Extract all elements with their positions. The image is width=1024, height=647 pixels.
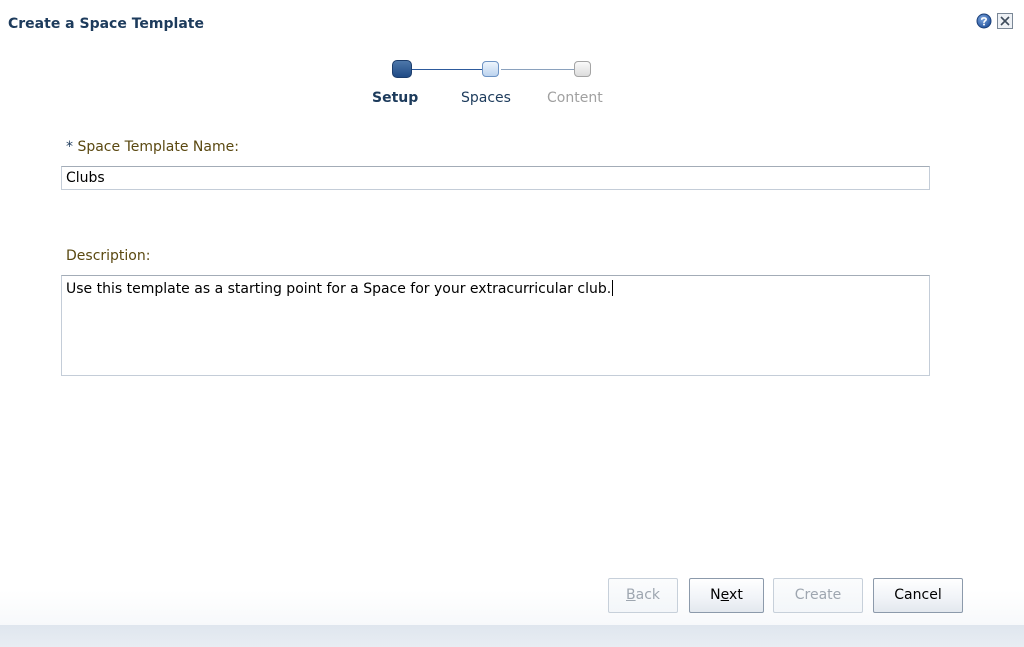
- cancel-button[interactable]: Cancel: [873, 578, 963, 613]
- dialog-title: Create a Space Template: [8, 16, 204, 32]
- back-button-accel: B: [626, 587, 636, 603]
- create-button[interactable]: Create: [773, 578, 863, 613]
- dialog-footer-bar: [0, 625, 1024, 647]
- space-template-name-label-text: Space Template Name:: [77, 139, 239, 155]
- space-template-name-label: * Space Template Name:: [66, 139, 239, 155]
- description-text: Use this template as a starting point fo…: [66, 281, 612, 297]
- next-button-accel: e: [720, 587, 730, 603]
- step-label-spaces[interactable]: Spaces: [461, 90, 511, 106]
- back-button[interactable]: Back: [608, 578, 678, 613]
- train-connector: [501, 69, 574, 70]
- step-train: Setup Spaces Content: [360, 60, 630, 112]
- step-label-setup: Setup: [372, 90, 419, 106]
- text-cursor: [612, 280, 614, 296]
- required-marker: *: [66, 139, 73, 155]
- create-space-template-dialog: Create a Space Template Setup Spaces Con…: [0, 0, 1024, 647]
- help-icon[interactable]: [976, 13, 992, 29]
- next-button-prefix: N: [710, 587, 721, 603]
- step-marker-setup: [392, 60, 412, 78]
- space-template-name-field[interactable]: Clubs: [61, 166, 930, 190]
- description-textarea[interactable]: Use this template as a starting point fo…: [61, 275, 930, 376]
- train-connector: [411, 69, 482, 70]
- close-icon[interactable]: [997, 13, 1013, 29]
- back-button-rest: ack: [635, 587, 660, 603]
- step-marker-content: [574, 61, 591, 77]
- next-button-rest: xt: [729, 587, 743, 603]
- step-label-content: Content: [547, 90, 603, 106]
- step-marker-spaces[interactable]: [482, 61, 499, 77]
- next-button[interactable]: Next: [689, 578, 764, 613]
- description-label: Description:: [66, 248, 151, 264]
